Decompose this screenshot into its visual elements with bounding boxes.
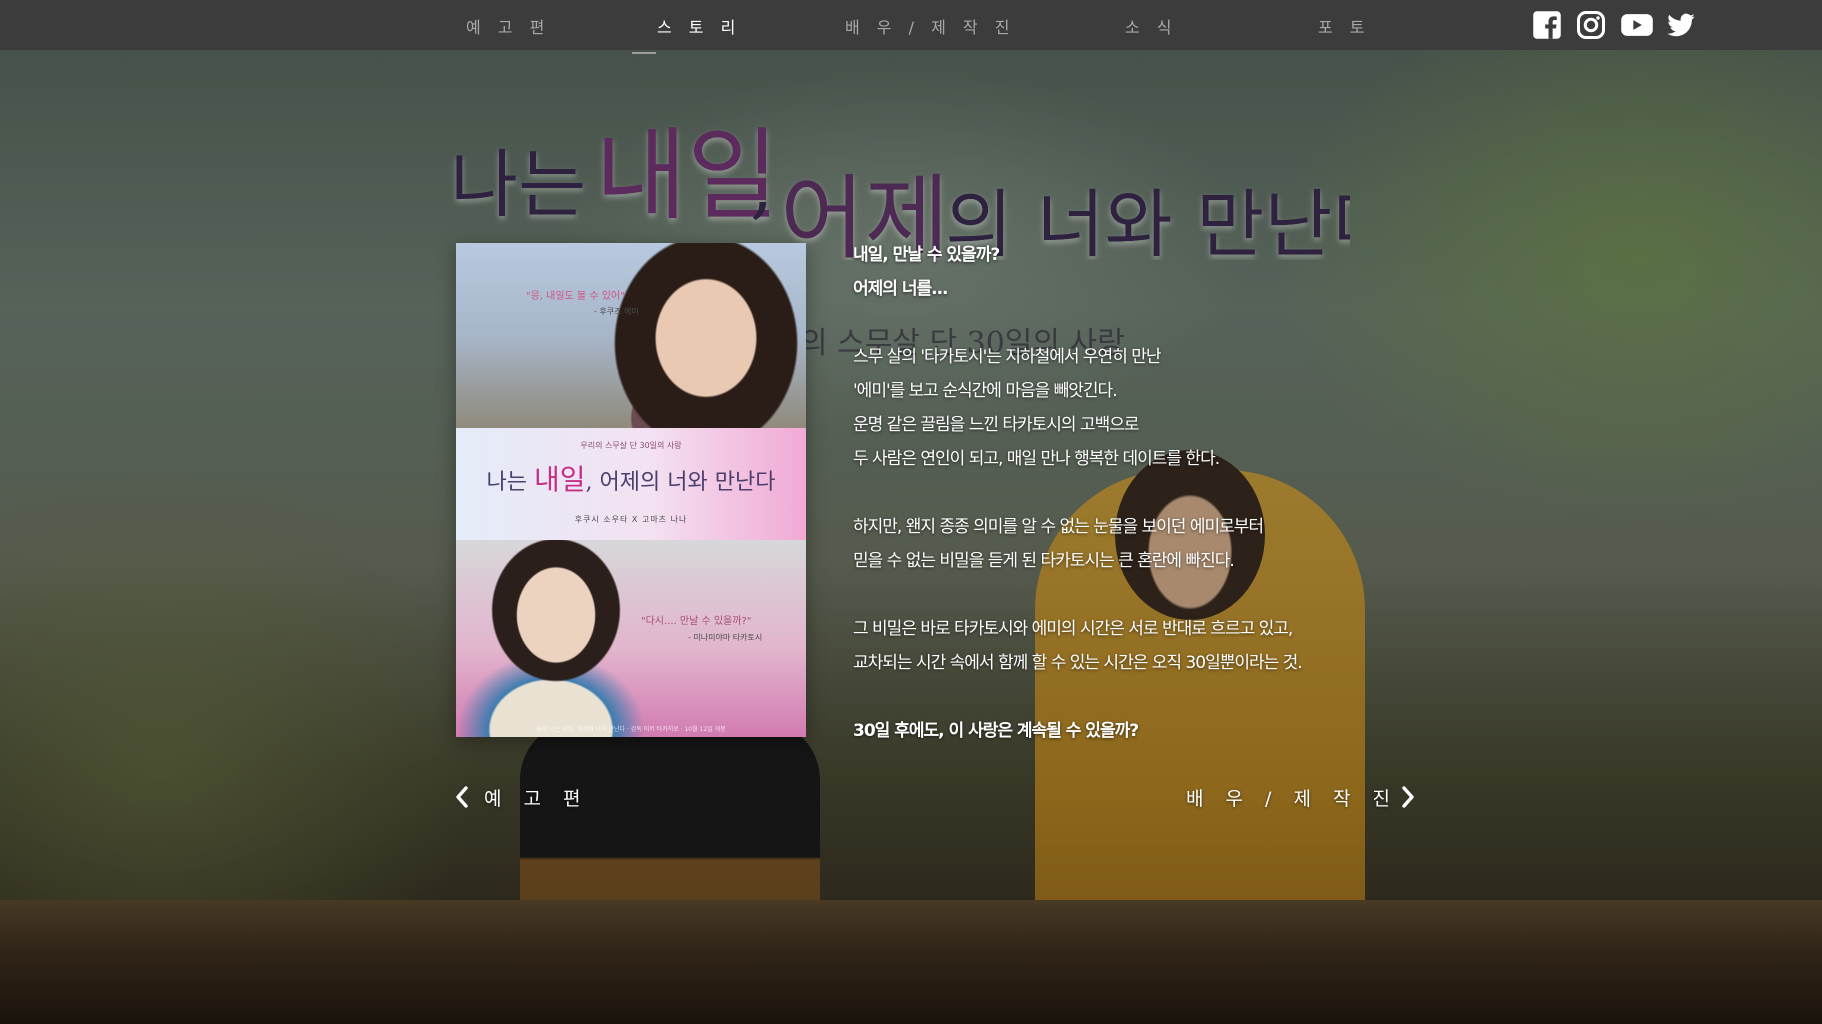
prev-page-label: 예 고 편 <box>484 787 589 810</box>
poster-credit-top: - 후쿠즈 에미 <box>594 307 639 316</box>
nav-item-trailer[interactable]: 예 고 편 <box>466 14 550 37</box>
title-part-1: 나는 <box>450 142 586 228</box>
next-page-label: 배 우 / 제 작 진 <box>1186 787 1398 810</box>
poster-quote-top: "응, 내일도 볼 수 있어" <box>526 291 625 302</box>
story-line: 30일 후에도, 이 사랑은 계속될 수 있을까? <box>853 721 1139 741</box>
story-line: 하지만, 왠지 종종 의미를 알 수 없는 눈물을 보이던 에미로부터 <box>853 517 1264 537</box>
poster-quote-bottom: "다시.... 만날 수 있을까?" <box>641 616 752 627</box>
youtube-icon[interactable] <box>1620 10 1654 40</box>
chevron-right-icon <box>1400 785 1416 809</box>
prev-page-link[interactable]: 예 고 편 <box>454 782 589 812</box>
poster-credit-bottom: - 미나미야마 타카토시 <box>688 633 763 642</box>
story-line: '에미'를 보고 순식간에 마음을 빼앗긴다. <box>853 381 1118 401</box>
nav-item-story[interactable]: 스 토 리 <box>657 14 741 37</box>
title-part-3: , <box>750 142 774 228</box>
story-line: 두 사람은 연인이 되고, 매일 만나 행복한 데이트를 한다. <box>853 449 1220 469</box>
top-nav: 예 고 편 스 토 리 배 우 / 제 작 진 소 식 포 토 <box>0 0 1822 50</box>
poster-title-block: 우리의 스무살 단 30일의 사랑 나는 내일, 어제의 너와 만난다 후쿠시 … <box>456 428 806 540</box>
chevron-left-icon <box>454 785 470 809</box>
facebook-icon[interactable] <box>1532 10 1562 40</box>
nav-item-cast-crew[interactable]: 배 우 / 제 작 진 <box>845 14 1015 37</box>
story-line: 그 비밀은 바로 타카토시와 에미의 시간은 서로 반대로 흐르고 있고, <box>853 619 1293 639</box>
story-line: 스무 살의 '타카토시'는 지하철에서 우연히 만난 <box>853 347 1162 367</box>
story-line: 운명 같은 끌림을 느낀 타카토시의 고백으로 <box>853 415 1140 435</box>
poster-photo-hero: "다시.... 만날 수 있을까?" - 미나미야마 타카토시 원작 나는 내일… <box>456 540 806 737</box>
twitter-icon[interactable] <box>1666 10 1696 40</box>
nav-item-news[interactable]: 소 식 <box>1125 14 1178 37</box>
movie-poster: "응, 내일도 볼 수 있어" - 후쿠즈 에미 우리의 스무살 단 30일의 … <box>456 243 806 737</box>
story-line: 어제의 너를... <box>853 279 949 299</box>
active-tab-indicator <box>632 52 656 54</box>
poster-cast: 후쿠시 소우타 X 고마츠 나나 <box>574 515 688 524</box>
story-line: 믿을 수 없는 비밀을 듣게 된 타카토시는 큰 혼란에 빠진다. <box>853 551 1235 571</box>
poster-title: 나는 내일, 어제의 너와 만난다 <box>486 463 776 496</box>
poster-photo-heroine: "응, 내일도 볼 수 있어" - 후쿠즈 에미 <box>456 243 806 428</box>
next-page-link[interactable]: 배 우 / 제 작 진 <box>1186 782 1416 812</box>
story-text: 내일, 만날 수 있을까? 어제의 너를... 스무 살의 '타카토시'는 지하… <box>853 238 1413 748</box>
poster-footer: 원작 나는 내일, 어제의 너와 만난다 · 감독 미키 타카히로 · 10월 … <box>536 726 726 733</box>
story-line: 내일, 만날 수 있을까? <box>853 245 1000 265</box>
story-line: 교차되는 시간 속에서 함께 할 수 있는 시간은 오직 30일뿐이라는 것. <box>853 653 1303 673</box>
poster-tagline: 우리의 스무살 단 30일의 사랑 <box>580 441 682 450</box>
nav-item-photo[interactable]: 포 토 <box>1318 14 1371 37</box>
instagram-icon[interactable] <box>1576 10 1606 40</box>
